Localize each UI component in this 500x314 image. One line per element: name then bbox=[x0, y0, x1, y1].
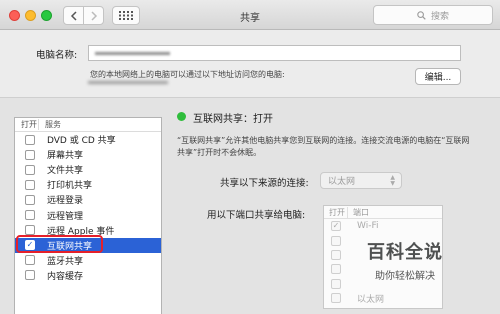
port-row[interactable]: 以太网 bbox=[324, 291, 442, 305]
watermark: 百科全说 助你轻松解决 bbox=[340, 238, 470, 282]
service-row[interactable]: DVD 或 CD 共享 bbox=[15, 132, 161, 147]
computer-name-panel bbox=[0, 31, 500, 96]
popup-arrows-icon: ▲ ▼ bbox=[390, 174, 395, 187]
watermark-subtitle: 助你轻松解决 bbox=[375, 271, 435, 282]
service-checkbox[interactable] bbox=[25, 210, 35, 221]
service-row[interactable]: 屏幕共享 bbox=[15, 147, 161, 162]
service-label: 屏幕共享 bbox=[47, 151, 84, 162]
ports-column-header-port[interactable]: 端口 bbox=[348, 207, 369, 218]
service-checkbox[interactable] bbox=[25, 164, 35, 175]
service-checkbox[interactable] bbox=[25, 225, 35, 236]
chevron-left-icon bbox=[70, 10, 77, 21]
grid-icon bbox=[119, 11, 133, 20]
port-label: Wi-Fi bbox=[357, 221, 379, 232]
service-checkbox[interactable] bbox=[25, 194, 35, 205]
share-to-label: 用以下端口共享给电脑: bbox=[207, 210, 306, 221]
edit-button[interactable]: 编辑... bbox=[415, 68, 461, 85]
window-title: 共享 bbox=[240, 13, 260, 24]
service-checkbox[interactable] bbox=[25, 149, 35, 160]
service-description: “互联网共享”允许其他电脑共享您到互联网的连接。连接交流电源的电脑在“互联网共享… bbox=[177, 136, 470, 157]
service-label: 远程管理 bbox=[47, 211, 84, 222]
close-window-button[interactable] bbox=[9, 10, 20, 21]
service-row[interactable]: 内容缓存 bbox=[15, 268, 161, 283]
share-from-value: 以太网 bbox=[328, 177, 356, 187]
blurred-address-value bbox=[88, 81, 168, 84]
annotation-highlight-box bbox=[16, 235, 103, 253]
service-row[interactable]: 文件共享 bbox=[15, 162, 161, 177]
service-checkbox[interactable] bbox=[25, 255, 35, 266]
service-status-text: 互联网共享：打开 bbox=[193, 114, 273, 125]
service-checkbox[interactable] bbox=[25, 270, 35, 281]
port-checkbox[interactable] bbox=[331, 293, 341, 304]
search-icon bbox=[417, 10, 426, 20]
service-row[interactable]: 蓝牙共享 bbox=[15, 253, 161, 268]
show-all-button[interactable] bbox=[112, 6, 140, 25]
checkmark-icon: ✓ bbox=[332, 221, 340, 231]
title-bar: 共享 搜索 bbox=[0, 0, 500, 30]
port-label: 以太网 bbox=[357, 294, 385, 305]
column-header-on[interactable]: 打开 bbox=[15, 119, 39, 130]
computer-name-field[interactable] bbox=[88, 45, 461, 61]
service-label: 内容缓存 bbox=[47, 271, 84, 282]
computer-address-hint: 您的本地网络上的电脑可以通过以下地址访问您的电脑: bbox=[90, 70, 285, 79]
column-header-service[interactable]: 服务 bbox=[39, 119, 61, 130]
service-row[interactable]: 打印机共享 bbox=[15, 177, 161, 192]
port-checkbox[interactable]: ✓ bbox=[331, 221, 341, 232]
watermark-title: 百科全说 bbox=[367, 242, 443, 263]
service-label: 文件共享 bbox=[47, 166, 84, 177]
service-label: 蓝牙共享 bbox=[47, 256, 84, 267]
ports-list-header: 打开 端口 bbox=[324, 206, 442, 219]
services-list-header: 打开 服务 bbox=[15, 118, 161, 132]
minimize-window-button[interactable] bbox=[25, 10, 36, 21]
ports-column-header-on[interactable]: 打开 bbox=[324, 206, 348, 218]
share-from-label: 共享以下来源的连接: bbox=[220, 178, 309, 189]
service-checkbox[interactable] bbox=[25, 179, 35, 190]
forward-button[interactable] bbox=[83, 6, 104, 25]
computer-name-label: 电脑名称: bbox=[36, 50, 78, 61]
zoom-window-button[interactable] bbox=[41, 10, 52, 21]
status-indicator-dot bbox=[177, 112, 186, 121]
service-label: DVD 或 CD 共享 bbox=[47, 136, 116, 147]
search-placeholder: 搜索 bbox=[430, 11, 449, 22]
port-row[interactable]: ✓ Wi-Fi bbox=[324, 219, 442, 233]
service-checkbox[interactable] bbox=[25, 134, 35, 145]
service-row[interactable]: 远程管理 bbox=[15, 207, 161, 222]
service-label: 远程登录 bbox=[47, 196, 84, 207]
chevron-right-icon bbox=[90, 10, 97, 21]
service-label: 打印机共享 bbox=[47, 181, 93, 192]
search-input[interactable]: 搜索 bbox=[373, 5, 493, 25]
back-button[interactable] bbox=[63, 6, 84, 25]
blurred-name-value bbox=[95, 52, 170, 55]
services-list: 打开 服务 DVD 或 CD 共享 屏幕共享 文件共享 打印机共享 远程登录 远程管理 远程… bbox=[14, 117, 162, 314]
service-row[interactable]: 远程登录 bbox=[15, 192, 161, 207]
share-from-select[interactable]: 以太网 ▲ ▼ bbox=[320, 172, 402, 189]
